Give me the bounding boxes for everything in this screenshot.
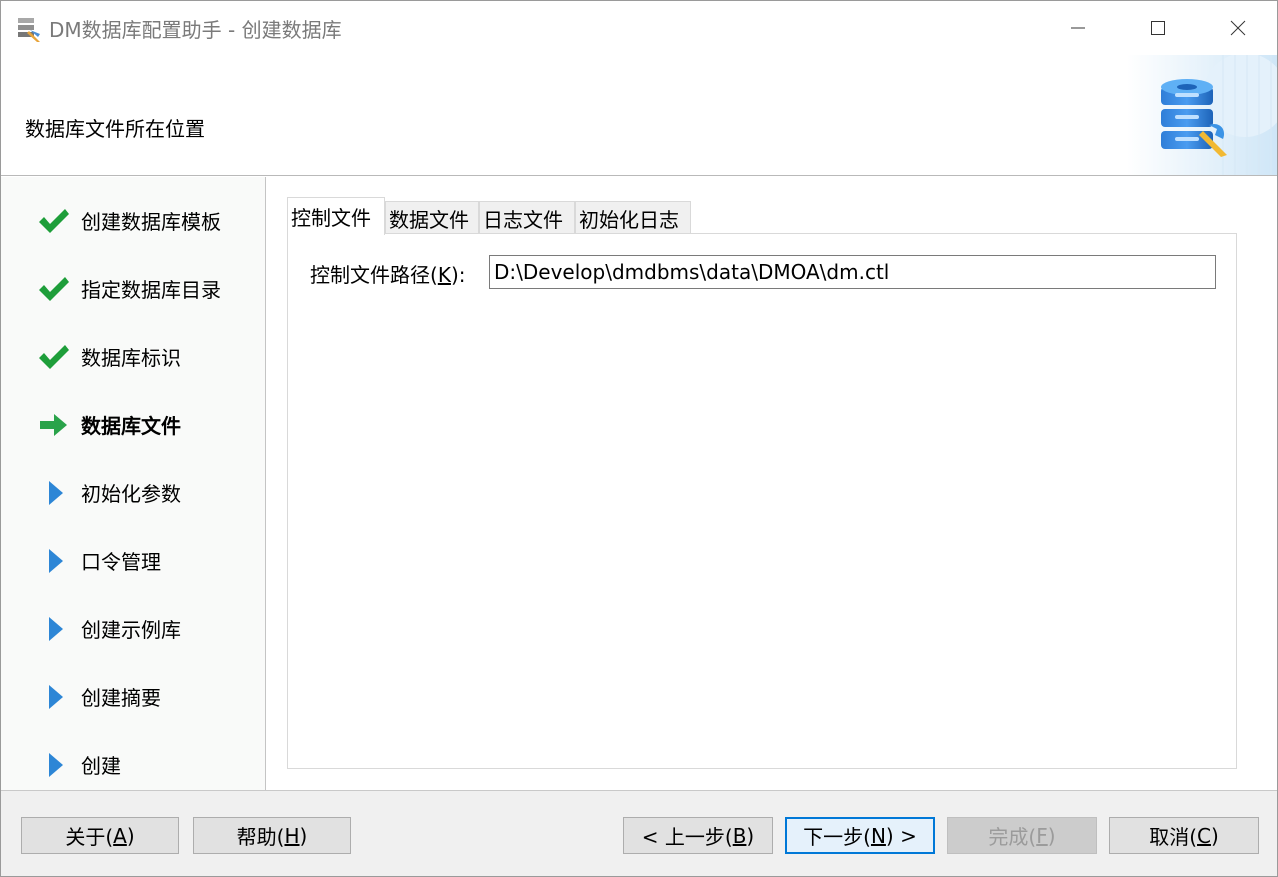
wizard-steps: 创建数据库模板 指定数据库目录 数据库标识 数据库文件 初始化参数 口令管理 创… <box>1 177 266 790</box>
button-bar: 关于(A) 帮助(H) < 上一步(B) 下一步(N) > 完成(F) 取消(C… <box>1 790 1277 876</box>
finish-button[interactable]: 完成(F) <box>947 817 1097 854</box>
wizard-header: 数据库文件所在位置 <box>1 55 1277 176</box>
step-label: 数据库文件 <box>81 414 181 438</box>
step-database-directory: 指定数据库目录 <box>1 265 266 309</box>
step-database-identifier: 数据库标识 <box>1 333 266 377</box>
tab-log-files[interactable]: 日志文件 <box>479 201 575 234</box>
tab-panel-control-file: 控制文件路径(K): <box>287 233 1237 769</box>
triangle-right-icon <box>49 685 63 709</box>
step-init-params: 初始化参数 <box>1 469 266 513</box>
maximize-button[interactable] <box>1119 1 1197 55</box>
arrow-right-icon <box>40 414 67 436</box>
step-label: 初始化参数 <box>81 482 181 506</box>
triangle-right-icon <box>49 617 63 641</box>
title-bar[interactable]: DM数据库配置助手 - 创建数据库 <box>1 1 1277 55</box>
database-tools-icon <box>1127 55 1277 175</box>
step-label: 创建数据库模板 <box>81 210 221 234</box>
app-database-icon <box>18 18 40 42</box>
previous-button[interactable]: < 上一步(B) <box>623 817 773 854</box>
step-label: 指定数据库目录 <box>81 278 221 302</box>
help-button[interactable]: 帮助(H) <box>193 817 351 854</box>
check-icon <box>39 209 69 233</box>
step-database-files: 数据库文件 <box>1 401 266 445</box>
control-file-path-label: 控制文件路径(K): <box>310 263 466 287</box>
main-content: 控制文件 数据文件 日志文件 初始化日志 控制文件路径(K): <box>267 177 1277 790</box>
next-button[interactable]: 下一步(N) > <box>785 817 935 854</box>
close-icon <box>1230 20 1246 36</box>
tab-init-log[interactable]: 初始化日志 <box>575 201 691 234</box>
dialog-window: DM数据库配置助手 - 创建数据库 数据库文件所在位置 创建数据库模板 指定数据… <box>0 0 1278 877</box>
check-icon <box>39 277 69 301</box>
tab-data-files[interactable]: 数据文件 <box>385 201 479 234</box>
step-sample-database: 创建示例库 <box>1 605 266 649</box>
window-title: DM数据库配置助手 - 创建数据库 <box>49 18 342 42</box>
cancel-button[interactable]: 取消(C) <box>1109 817 1259 854</box>
triangle-right-icon <box>49 549 63 573</box>
page-title: 数据库文件所在位置 <box>25 117 205 141</box>
triangle-right-icon <box>49 481 63 505</box>
close-button[interactable] <box>1199 1 1277 55</box>
maximize-icon <box>1151 21 1165 35</box>
step-create: 创建 <box>1 741 266 785</box>
check-icon <box>39 345 69 369</box>
step-label: 创建示例库 <box>81 618 181 642</box>
triangle-right-icon <box>49 753 63 777</box>
step-password-management: 口令管理 <box>1 537 266 581</box>
minimize-icon <box>1071 27 1085 29</box>
step-summary: 创建摘要 <box>1 673 266 717</box>
step-label: 创建 <box>81 754 121 778</box>
step-create-template: 创建数据库模板 <box>1 197 266 241</box>
control-file-path-input[interactable] <box>489 255 1216 289</box>
about-button[interactable]: 关于(A) <box>21 817 179 854</box>
minimize-button[interactable] <box>1039 1 1117 55</box>
step-label: 创建摘要 <box>81 686 161 710</box>
step-label: 数据库标识 <box>81 346 181 370</box>
tab-control-file[interactable]: 控制文件 <box>287 197 385 235</box>
step-label: 口令管理 <box>81 550 161 574</box>
